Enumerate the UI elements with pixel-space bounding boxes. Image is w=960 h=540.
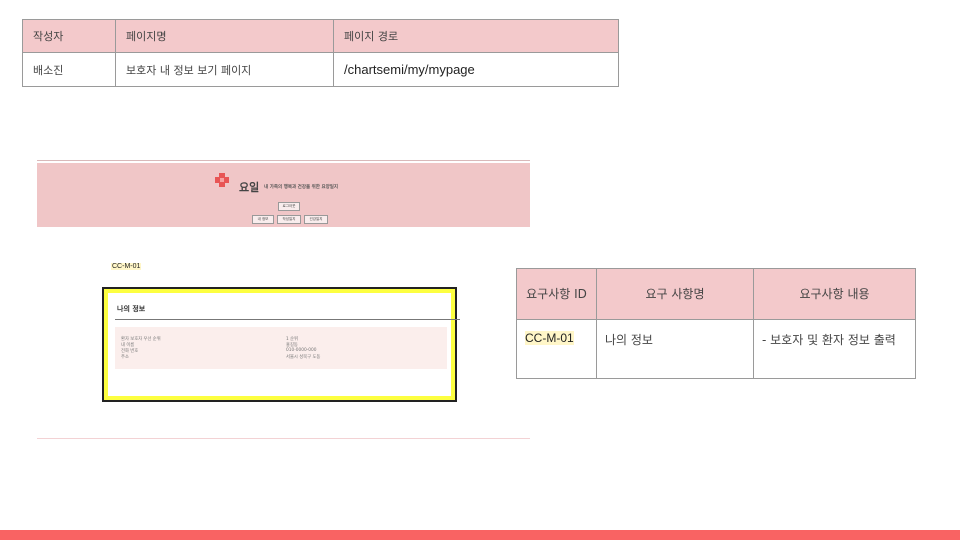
requirements-row: CC-M-01 나의 정보 - 보호자 및 환자 정보 출력 [516, 319, 916, 379]
meta-header-row: 작성자 페이지명 페이지 경로 [22, 19, 619, 53]
nav-my-info-button[interactable]: 내 정보 [252, 215, 274, 224]
req-header-name: 요구 사항명 [596, 268, 754, 320]
meta-page-path: /chartsemi/my/mypage [333, 52, 619, 87]
preview-divider [37, 160, 530, 161]
info-label: 주소 [121, 355, 129, 360]
req-header-id: 요구사항 ID [516, 268, 597, 320]
meta-header-page-name: 페이지명 [115, 19, 334, 53]
info-value: 서울시 성북구 도동 [286, 355, 321, 360]
requirement-tag: CC-M-01 [111, 263, 142, 270]
meta-author: 배소진 [22, 52, 116, 87]
cross-logo-icon [215, 173, 229, 187]
meta-header-author: 작성자 [22, 19, 116, 53]
myinfo-panel: 환자 보호자 우선 순위 1 순위 내 이름 홍길동 전화 번호 010-000… [115, 327, 447, 369]
preview-footer-line [37, 438, 530, 439]
meta-page-name: 보호자 내 정보 보기 페이지 [115, 52, 334, 87]
myinfo-highlight-box: 나의 정보 환자 보호자 우선 순위 1 순위 내 이름 홍길동 전화 번호 0… [102, 287, 460, 402]
req-id-cell: CC-M-01 [516, 319, 597, 379]
meta-header-page-path: 페이지 경로 [333, 19, 619, 53]
meta-value-row: 배소진 보호자 내 정보 보기 페이지 /chartsemi/my/mypage [22, 52, 619, 87]
logo-text: 요일 [239, 181, 260, 194]
req-content: - 보호자 및 환자 정보 출력 [753, 319, 916, 379]
logo-tagline: 내 가족의 행복과 건강을 위한 요양일지 [264, 185, 339, 190]
myinfo-divider [115, 319, 460, 320]
req-id: CC-M-01 [525, 331, 574, 345]
info-value: 010-0000-000 [286, 348, 317, 353]
req-header-content: 요구사항 내용 [753, 268, 916, 320]
myinfo-title: 나의 정보 [117, 305, 146, 313]
req-name: 나의 정보 [596, 319, 754, 379]
page-meta-table: 작성자 페이지명 페이지 경로 배소진 보호자 내 정보 보기 페이지 /cha… [22, 19, 619, 87]
nav-care-log-button[interactable]: 작성일지 [277, 215, 301, 224]
nav-health-log-button[interactable]: 건강일지 [304, 215, 328, 224]
logout-button[interactable]: 로그아웃 [278, 202, 300, 211]
requirements-table: 요구사항 ID 요구 사항명 요구사항 내용 CC-M-01 나의 정보 - 보… [516, 268, 916, 379]
footer-bar [0, 530, 960, 540]
requirements-header-row: 요구사항 ID 요구 사항명 요구사항 내용 [516, 268, 916, 320]
preview-header: 요일 내 가족의 행복과 건강을 위한 요양일지 로그아웃 내 정보 작성일지 … [37, 163, 530, 227]
